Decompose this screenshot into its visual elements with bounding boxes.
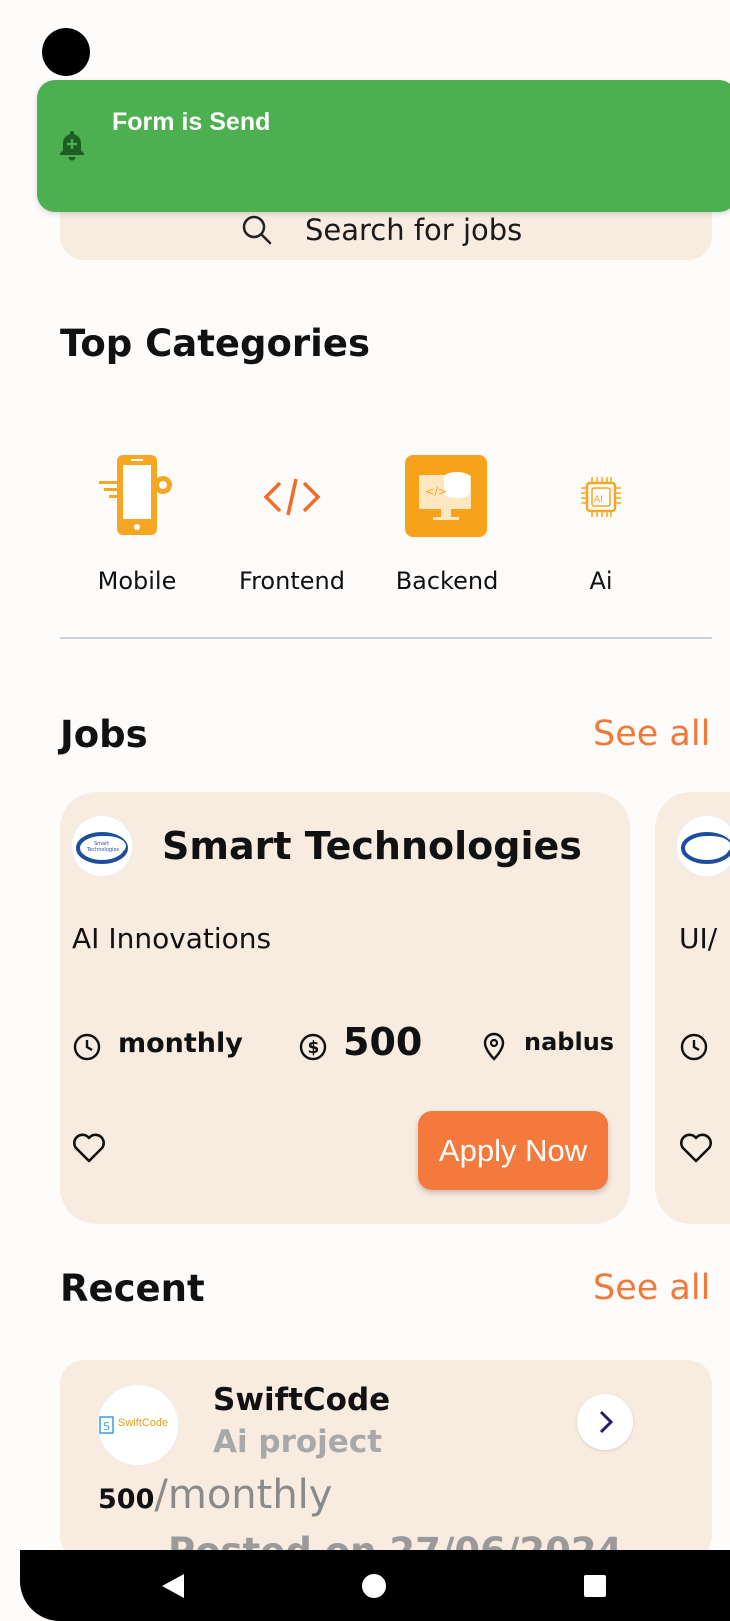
- home-icon[interactable]: [360, 1572, 388, 1600]
- divider: [60, 637, 712, 639]
- svg-text:Technologies: Technologies: [86, 847, 120, 853]
- company-name: Smart Technologies: [162, 824, 582, 868]
- job-salary: 500: [343, 1020, 423, 1064]
- company-logo: [677, 816, 730, 876]
- category-backend[interactable]: </> Backend: [372, 455, 522, 595]
- category-label: Mobile: [97, 567, 177, 595]
- recent-title: Recent: [60, 1267, 205, 1310]
- bell-plus-icon: [60, 131, 84, 161]
- clock-icon: [680, 1033, 708, 1061]
- clock-icon: [73, 1033, 101, 1061]
- jobs-see-all-link[interactable]: See all: [593, 714, 710, 754]
- svg-text:S: S: [103, 1420, 110, 1433]
- category-label: Frontend: [239, 567, 345, 595]
- recent-salary: 500: [98, 1484, 155, 1515]
- open-detail-button[interactable]: [577, 1394, 633, 1450]
- back-icon[interactable]: [160, 1572, 186, 1600]
- svg-text:$: $: [308, 1038, 320, 1058]
- category-label: Ai: [589, 567, 613, 595]
- ai-chip-icon: AI: [559, 455, 643, 539]
- recent-list-item[interactable]: S SwiftCode SwiftCode Ai project 500/mon…: [60, 1360, 712, 1560]
- category-mobile[interactable]: Mobile: [62, 455, 212, 595]
- chevron-right-icon: [599, 1410, 614, 1434]
- system-navigation-bar: [20, 1550, 730, 1621]
- job-title: AI Innovations: [72, 922, 272, 955]
- svg-text:</>: </>: [425, 485, 447, 498]
- heart-icon[interactable]: [679, 1132, 713, 1164]
- toast-message: Form is Send: [112, 108, 271, 136]
- job-title: UI/: [679, 922, 718, 955]
- camera-cutout: [42, 28, 90, 76]
- code-icon: [250, 455, 334, 539]
- search-icon: [242, 215, 272, 245]
- job-location: nablus: [524, 1028, 615, 1056]
- location-pin-icon: [483, 1032, 505, 1061]
- logo-text: SwiftCode: [118, 1417, 169, 1429]
- recent-company: SwiftCode: [213, 1382, 391, 1418]
- server-database-icon: </>: [405, 455, 489, 539]
- svg-text:AI: AI: [594, 495, 603, 505]
- recent-period: /monthly: [154, 1472, 333, 1518]
- company-logo: S SwiftCode: [98, 1385, 178, 1465]
- category-frontend[interactable]: Frontend: [217, 455, 367, 595]
- search-placeholder: Search for jobs: [305, 213, 523, 247]
- category-ai[interactable]: AI Ai: [526, 455, 676, 595]
- search-bar[interactable]: Search for jobs: [60, 205, 712, 260]
- recent-see-all-link[interactable]: See all: [593, 1268, 710, 1308]
- recent-project: Ai project: [213, 1424, 383, 1460]
- recent-salary-row: 500/monthly: [98, 1472, 332, 1518]
- jobs-title: Jobs: [60, 713, 148, 756]
- recents-icon[interactable]: [583, 1574, 607, 1598]
- dollar-icon: $: [299, 1033, 327, 1061]
- mobile-settings-icon: [95, 455, 179, 539]
- apply-now-button[interactable]: Apply Now: [418, 1111, 608, 1190]
- category-label: Backend: [395, 567, 499, 595]
- company-logo: Smart Technologies: [72, 816, 132, 876]
- job-card[interactable]: UI/: [655, 792, 730, 1224]
- heart-icon[interactable]: [72, 1132, 106, 1164]
- job-period: monthly: [118, 1028, 243, 1059]
- toast-notification: Form is Send: [37, 80, 730, 212]
- categories-title: Top Categories: [60, 322, 370, 365]
